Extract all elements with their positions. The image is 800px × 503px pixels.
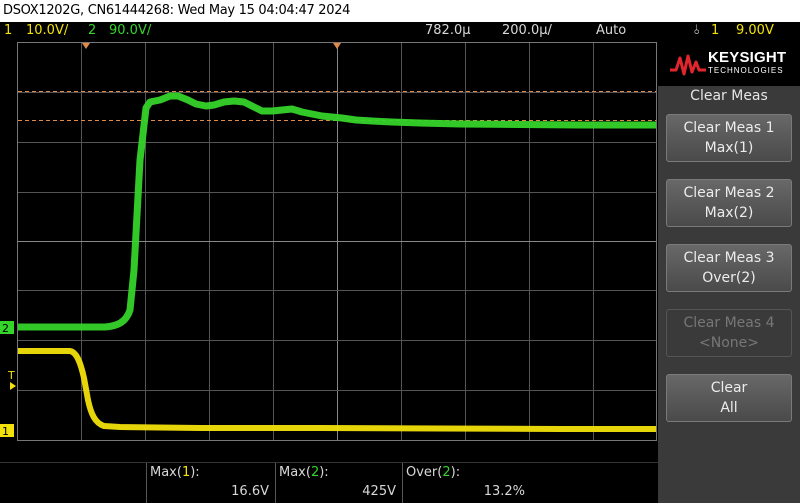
logo-subtext: TECHNOLOGIES (708, 66, 784, 75)
measurement-2-value: 425V (362, 484, 396, 499)
trigger-channel[interactable]: 1 (711, 22, 719, 40)
trigger-point-marker (82, 43, 90, 49)
ch2-number[interactable]: 2 (88, 22, 96, 40)
ch2-scale[interactable]: 90.0V/ (109, 22, 151, 40)
waveform-graticule: 2 T 1 (0, 42, 657, 441)
ch1-scale[interactable]: 10.0V/ (26, 22, 68, 40)
clear-meas-4-button[interactable]: Clear Meas 4 <None> (666, 309, 792, 357)
status-bar: 1 10.0V/ 2 90.0V/ 782.0µ 200.0µ/ Auto ⫰ … (0, 22, 800, 40)
waveform-display[interactable]: 2 T 1 (0, 40, 658, 462)
menu-title: Clear Meas (690, 88, 768, 104)
measurement-bar: Max(1): 16.6V Max(2): 425V Over(2): 13.2… (0, 462, 658, 503)
time-position[interactable]: 782.0µ (425, 22, 471, 40)
clear-all-button[interactable]: Clear All (666, 374, 792, 422)
trigger-mode[interactable]: Auto (596, 22, 626, 40)
keysight-wave-icon (670, 54, 706, 76)
ch2-marker-label: 2 (2, 322, 9, 335)
trigger-marker-label: T (7, 369, 15, 382)
logo-text: KEYSIGHT (708, 49, 787, 66)
time-reference-marker (333, 43, 341, 49)
trigger-edge-icon: ⫰ (694, 23, 700, 38)
clear-meas-1-button[interactable]: Clear Meas 1 Max(1) (666, 114, 792, 162)
title-text: DSOX1202G, CN61444268: Wed May 15 04:04:… (3, 3, 351, 18)
clear-meas-2-button[interactable]: Clear Meas 2 Max(2) (666, 179, 792, 227)
title-bar: DSOX1202G, CN61444268: Wed May 15 04:04:… (0, 0, 800, 22)
softkey-panel: KEYSIGHT TECHNOLOGIES Clear Meas Clear M… (658, 40, 800, 503)
ch1-ground-marker-icon: 1 (0, 424, 14, 438)
measurement-3-value: 13.2% (483, 484, 525, 499)
measurement-1[interactable]: Max(1): 16.6V (146, 463, 275, 503)
measurement-3[interactable]: Over(2): 13.2% (402, 463, 531, 503)
ch1-number[interactable]: 1 (4, 22, 12, 40)
trigger-level[interactable]: 9.00V (736, 22, 774, 40)
measurement-1-value: 16.6V (231, 484, 269, 499)
ch1-marker-label: 1 (2, 425, 9, 438)
keysight-logo: KEYSIGHT TECHNOLOGIES (658, 40, 800, 86)
measurement-2[interactable]: Max(2): 425V (275, 463, 402, 503)
trigger-level-marker-icon: T (7, 369, 16, 390)
ch2-ground-marker-icon: 2 (0, 321, 14, 335)
time-scale[interactable]: 200.0µ/ (502, 22, 552, 40)
clear-meas-3-button[interactable]: Clear Meas 3 Over(2) (666, 244, 792, 292)
